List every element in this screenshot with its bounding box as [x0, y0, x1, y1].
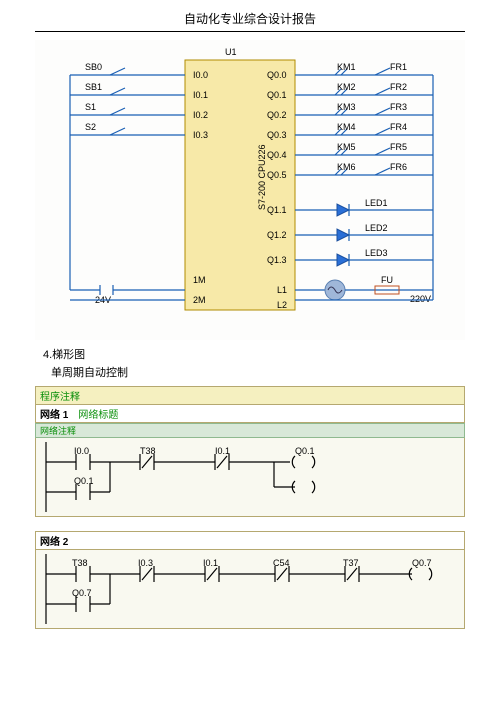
svg-text:L1: L1 [277, 285, 287, 295]
svg-text:FR6: FR6 [390, 162, 407, 172]
svg-text:Q1.1: Q1.1 [267, 205, 287, 215]
svg-text:SB1: SB1 [85, 82, 102, 92]
title-rule [35, 31, 465, 32]
svg-text:I0.0: I0.0 [193, 70, 208, 80]
svg-text:KM2: KM2 [337, 82, 356, 92]
ladder-net1-body: I0.0 T38 I0.1 Q0.1 Q0.1 [35, 438, 465, 517]
svg-text:Q0.5: Q0.5 [267, 170, 287, 180]
svg-text:220V: 220V [410, 294, 431, 304]
ladder-program-comment: 程序注释 [35, 386, 465, 405]
svg-text:Q0.4: Q0.4 [267, 150, 287, 160]
svg-text:Q0.7: Q0.7 [72, 588, 92, 598]
svg-text:SB0: SB0 [85, 62, 102, 72]
ladder-net1-title: 网络 1网络标题 [35, 405, 465, 423]
svg-text:Q0.3: Q0.3 [267, 130, 287, 140]
svg-text:LED3: LED3 [365, 248, 388, 258]
svg-text:Q1.2: Q1.2 [267, 230, 287, 240]
plc-model-label: S7-200 CPU226 [257, 144, 267, 210]
svg-text:S2: S2 [85, 122, 96, 132]
svg-text:I0.1: I0.1 [215, 446, 230, 456]
section-4-heading: 4.梯形图 [43, 346, 465, 362]
svg-text:KM4: KM4 [337, 122, 356, 132]
svg-text:Q0.1: Q0.1 [295, 446, 315, 456]
svg-text:FU: FU [381, 275, 393, 285]
plc-wiring-diagram: U1 S7-200 CPU226 SB0 I0.0 SB1 I0.1 S1 I0… [35, 40, 465, 340]
svg-text:KM6: KM6 [337, 162, 356, 172]
svg-text:FR3: FR3 [390, 102, 407, 112]
svg-text:Q0.1: Q0.1 [267, 90, 287, 100]
svg-text:1M: 1M [193, 275, 206, 285]
section-4-sub: 单周期自动控制 [51, 364, 465, 380]
page-title: 自动化专业综合设计报告 [35, 10, 465, 27]
svg-text:LED2: LED2 [365, 223, 388, 233]
ladder-net2-title: 网络 2 [35, 531, 465, 550]
svg-text:FR1: FR1 [390, 62, 407, 72]
svg-text:T38: T38 [72, 558, 88, 568]
svg-text:I0.3: I0.3 [193, 130, 208, 140]
svg-text:Q0.7: Q0.7 [412, 558, 432, 568]
svg-text:L2: L2 [277, 300, 287, 310]
module-label: U1 [225, 47, 237, 57]
svg-text:S1: S1 [85, 102, 96, 112]
svg-text:Q0.0: Q0.0 [267, 70, 287, 80]
svg-text:KM1: KM1 [337, 62, 356, 72]
svg-text:I0.2: I0.2 [193, 110, 208, 120]
svg-text:T38: T38 [140, 446, 156, 456]
svg-text:Q1.3: Q1.3 [267, 255, 287, 265]
svg-text:FR2: FR2 [390, 82, 407, 92]
svg-text:FR5: FR5 [390, 142, 407, 152]
svg-text:2M: 2M [193, 295, 206, 305]
svg-text:FR4: FR4 [390, 122, 407, 132]
svg-text:KM5: KM5 [337, 142, 356, 152]
ladder-net1-anno: 网络注释 [35, 423, 465, 438]
svg-text:LED1: LED1 [365, 198, 388, 208]
svg-text:KM3: KM3 [337, 102, 356, 112]
ladder-net2-body: T38 I0.3 I0.1 C54 T37 Q0.7 Q0.7 [35, 550, 465, 629]
svg-text:I0.1: I0.1 [193, 90, 208, 100]
svg-text:Q0.2: Q0.2 [267, 110, 287, 120]
